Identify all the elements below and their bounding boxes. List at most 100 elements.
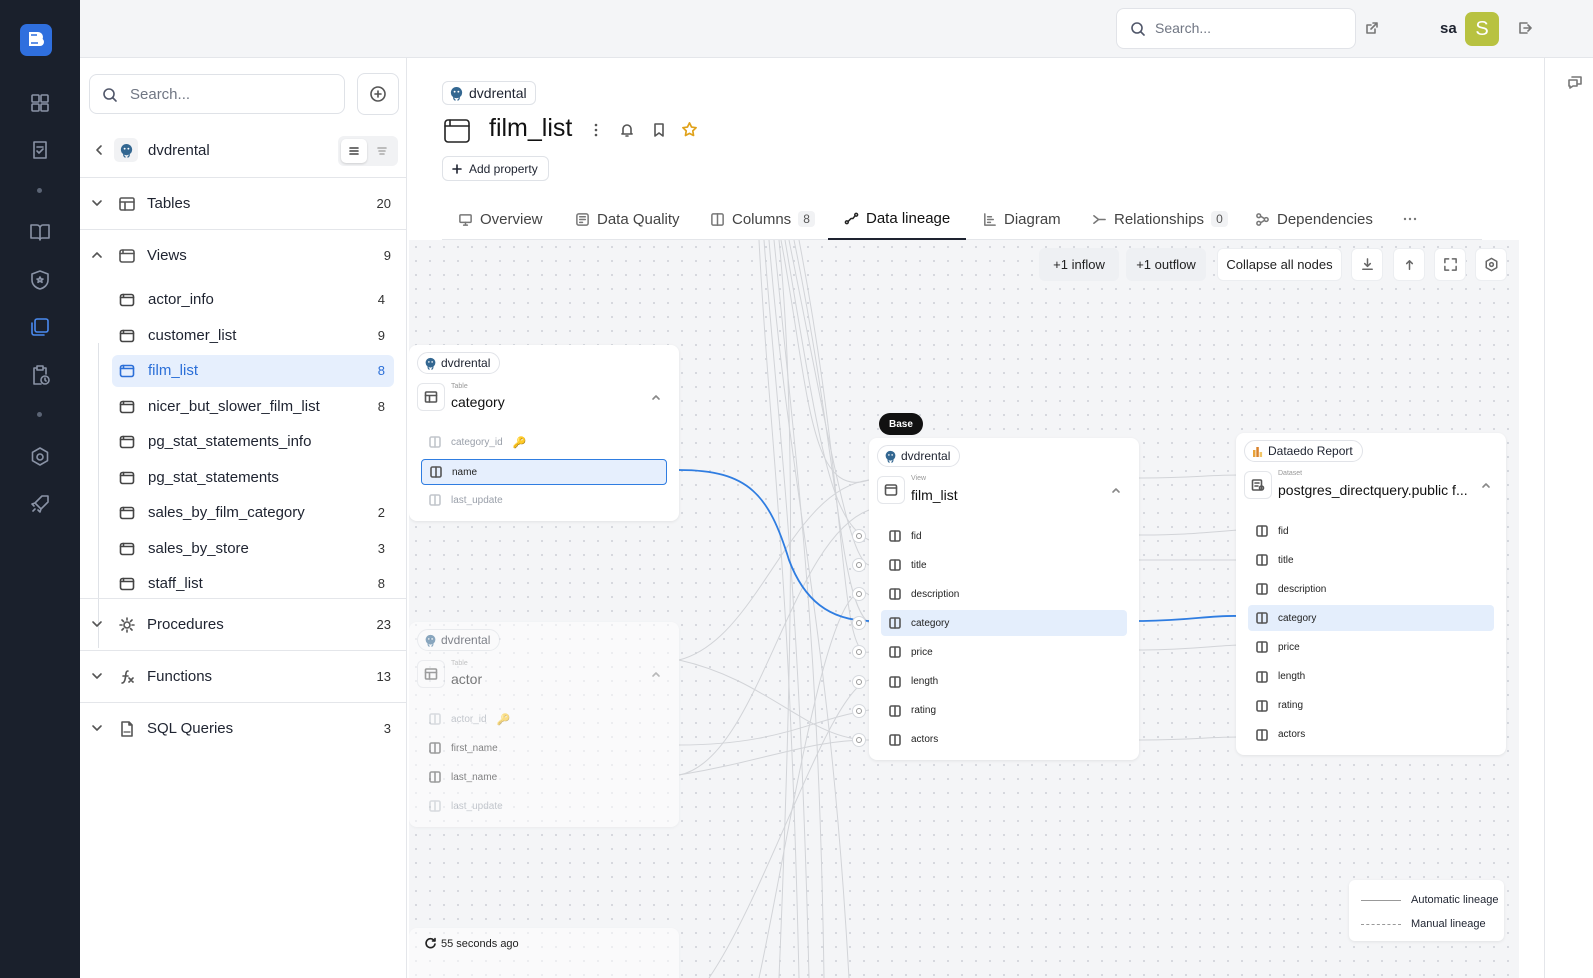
catalog-icon[interactable]	[28, 315, 52, 339]
column-row[interactable]: last_update	[421, 793, 667, 819]
star-icon[interactable]	[681, 121, 697, 137]
node-film-list[interactable]: dvdrental View film_list fid title descrip…	[869, 438, 1139, 760]
section-procedures[interactable]: Procedures 23	[80, 598, 407, 650]
collapse-all-button[interactable]: Collapse all nodes	[1217, 248, 1342, 281]
column-row[interactable]: first_name	[421, 735, 667, 761]
fullscreen-button[interactable]	[1434, 248, 1466, 281]
list-view-icon[interactable]	[341, 139, 367, 163]
section-sql-queries[interactable]: SQL Queries 3	[80, 702, 407, 754]
view-item[interactable]: film_list 8	[112, 355, 394, 387]
comments-icon[interactable]	[1567, 74, 1583, 90]
column-row[interactable]: fid	[881, 523, 1127, 549]
tab-diagram[interactable]: Diagram	[982, 198, 1061, 240]
legend-label: Manual lineage	[1411, 918, 1486, 930]
rocket-icon[interactable]	[28, 492, 52, 516]
chevron-up-icon[interactable]	[650, 391, 662, 403]
tab-data-quality[interactable]: Data Quality	[575, 198, 680, 240]
column-row[interactable]: rating	[881, 698, 1127, 724]
view-item[interactable]: pg_stat_statements	[112, 462, 394, 494]
column-row[interactable]: category_id 🔑	[421, 429, 667, 455]
bookmark-icon[interactable]	[651, 122, 667, 138]
tab-columns[interactable]: Columns 8	[710, 198, 815, 240]
column-row[interactable]: actors	[881, 727, 1127, 753]
logo-icon[interactable]	[20, 24, 52, 56]
column-row[interactable]: actor_id 🔑	[421, 706, 667, 732]
column-row[interactable]: actors	[1248, 722, 1494, 748]
lineage-connector-icon[interactable]	[852, 674, 866, 689]
view-item[interactable]: sales_by_store 3	[112, 533, 394, 565]
lineage-canvas[interactable]: +1 inflow +1 outflow Collapse all nodes …	[409, 240, 1519, 978]
filter-view-icon[interactable]	[369, 139, 395, 163]
view-item[interactable]: staff_list 8	[112, 568, 394, 600]
settings-button[interactable]	[1475, 248, 1507, 281]
tab-dependencies[interactable]: Dependencies	[1255, 198, 1373, 240]
global-search[interactable]	[1116, 8, 1356, 49]
view-item[interactable]: nicer_but_slower_film_list 8	[112, 391, 394, 423]
global-search-input[interactable]	[1155, 20, 1345, 36]
column-row[interactable]: description	[881, 581, 1127, 607]
more-tabs-button[interactable]	[1402, 198, 1418, 240]
column-row[interactable]: rating	[1248, 693, 1494, 719]
section-functions[interactable]: Functions 13	[80, 650, 407, 702]
node-collapsed-stub[interactable]	[409, 928, 679, 978]
column-row[interactable]: category	[1248, 605, 1494, 632]
function-icon	[118, 668, 136, 686]
lineage-connector-icon[interactable]	[852, 529, 866, 543]
column-row[interactable]: length	[1248, 664, 1494, 690]
column-row[interactable]: category	[881, 610, 1127, 637]
shield-icon[interactable]	[28, 268, 52, 292]
back-chevron-icon[interactable]	[92, 143, 106, 157]
view-item[interactable]: sales_by_film_category 2	[112, 497, 394, 529]
chevron-up-icon[interactable]	[1480, 479, 1492, 491]
column-row[interactable]: length	[881, 669, 1127, 695]
view-mode-toggle[interactable]	[338, 136, 398, 166]
export-button[interactable]	[1393, 248, 1425, 281]
share-icon[interactable]	[1364, 20, 1380, 36]
column-row[interactable]: price	[881, 639, 1127, 665]
tree-search[interactable]	[89, 74, 345, 114]
add-object-button[interactable]	[357, 73, 399, 115]
view-item[interactable]: actor_info 4	[112, 284, 394, 316]
column-row[interactable]: last_update	[421, 487, 667, 513]
book-icon[interactable]	[28, 220, 52, 244]
node-dataedo-report[interactable]: Dataedo Report Dataset postgres_directqu…	[1236, 433, 1506, 755]
column-row[interactable]: price	[1248, 634, 1494, 660]
section-views[interactable]: Views 9	[80, 229, 407, 281]
logout-icon[interactable]	[1517, 20, 1533, 36]
dashboard-icon[interactable]	[28, 91, 52, 115]
view-item[interactable]: customer_list 9	[112, 320, 394, 352]
column-row[interactable]: name	[421, 459, 667, 485]
column-row[interactable]: last_name	[421, 764, 667, 790]
view-item[interactable]: pg_stat_statements_info	[112, 426, 394, 458]
section-tables[interactable]: Tables 20	[80, 177, 407, 229]
tree-search-input[interactable]	[130, 86, 330, 103]
bell-icon[interactable]	[619, 122, 635, 138]
column-row[interactable]: description	[1248, 576, 1494, 602]
clipboard-icon[interactable]	[28, 363, 52, 387]
more-vertical-icon[interactable]	[588, 122, 604, 138]
outflow-button[interactable]: +1 outflow	[1126, 248, 1206, 281]
download-button[interactable]	[1351, 248, 1383, 281]
add-property-button[interactable]: Add property	[442, 156, 549, 181]
settings-icon[interactable]	[28, 445, 52, 469]
avatar[interactable]: S	[1465, 12, 1499, 46]
column-row[interactable]: title	[1248, 547, 1494, 573]
column-row[interactable]: title	[881, 552, 1127, 578]
checklist-icon[interactable]	[28, 138, 52, 162]
lineage-connector-icon[interactable]	[852, 558, 866, 573]
lineage-connector-icon[interactable]	[852, 703, 866, 718]
tab-data-lineage[interactable]: Data lineage	[828, 198, 967, 240]
node-category[interactable]: dvdrental Table category category_id 🔑 na…	[409, 345, 679, 521]
inflow-button[interactable]: +1 inflow	[1039, 248, 1119, 281]
chevron-up-icon[interactable]	[1110, 484, 1122, 496]
database-name[interactable]: dvdrental	[148, 142, 210, 159]
tab-overview[interactable]: Overview	[458, 198, 543, 240]
view-label: staff_list	[148, 575, 203, 592]
node-type: View	[911, 475, 927, 482]
database-chip[interactable]: dvdrental	[442, 81, 536, 105]
chevron-up-icon[interactable]	[650, 668, 662, 680]
column-row[interactable]: fid	[1248, 518, 1494, 544]
tab-relationships[interactable]: Relationships 0	[1092, 198, 1228, 240]
node-actor[interactable]: dvdrental Table actor actor_id 🔑 first_na…	[409, 622, 679, 827]
lineage-connector-icon[interactable]	[852, 732, 866, 747]
